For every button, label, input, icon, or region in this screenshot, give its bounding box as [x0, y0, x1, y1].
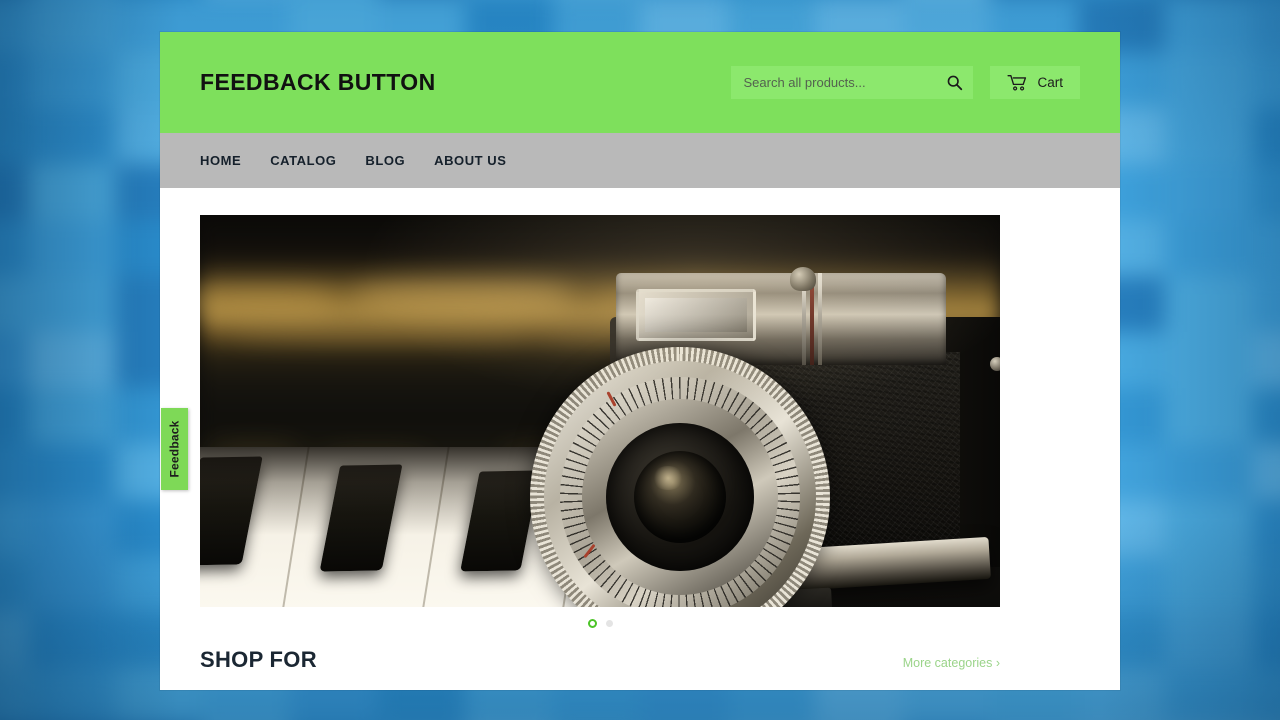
feedback-tab-label: Feedback	[167, 420, 182, 478]
hero-image	[200, 215, 1000, 607]
shop-for-title: SHOP FOR	[200, 647, 317, 672]
search-icon	[947, 75, 963, 91]
shop-for-header-row: SHOP FOR More categories ›	[200, 647, 1000, 673]
slideshow-dot-1[interactable]	[587, 619, 597, 628]
main-content: SHOP FOR More categories › You don't hav…	[160, 188, 1120, 690]
cart-label: Cart	[1037, 75, 1063, 90]
header-actions: Cart	[731, 66, 1080, 99]
nav-item-catalog[interactable]: CATALOG	[270, 153, 336, 168]
main-navigation: HOME CATALOG BLOG ABOUT US	[160, 133, 1120, 188]
slideshow-pagination	[200, 619, 1000, 628]
search-form	[731, 66, 974, 99]
more-categories-link[interactable]: More categories ›	[903, 656, 1000, 670]
slideshow-dot-2[interactable]	[605, 620, 613, 627]
search-input[interactable]	[743, 66, 945, 99]
nav-item-blog[interactable]: BLOG	[365, 153, 405, 168]
browser-page: FEEDBACK BUTTON Cart	[160, 32, 1120, 690]
hero-slideshow[interactable]	[200, 215, 1000, 607]
nav-item-about-us[interactable]: ABOUT US	[434, 153, 506, 168]
nav-item-home[interactable]: HOME	[200, 153, 241, 168]
cart-button[interactable]: Cart	[990, 66, 1080, 99]
camera-lens	[530, 347, 830, 607]
page-title: FEEDBACK BUTTON	[200, 69, 436, 95]
site-header: FEEDBACK BUTTON Cart	[160, 32, 1120, 133]
vintage-camera	[530, 215, 1000, 607]
feedback-tab-button[interactable]: Feedback	[161, 408, 188, 490]
search-submit-button[interactable]	[944, 73, 964, 93]
shopping-cart-icon	[1007, 75, 1027, 91]
